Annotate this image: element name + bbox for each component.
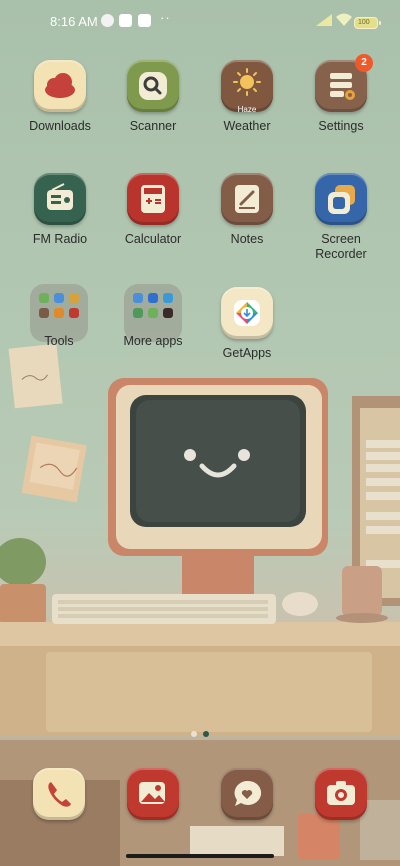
- page-indicator-2-active: [203, 731, 209, 737]
- phone-icon: [48, 782, 71, 807]
- app-notes[interactable]: Notes: [202, 173, 292, 247]
- settings-list-icon: 2: [315, 54, 373, 112]
- folder-more-apps[interactable]: More apps: [108, 284, 198, 349]
- pencil-note-icon: [221, 173, 273, 225]
- cellular-signal-icon: [316, 14, 332, 26]
- app-label: Downloads: [29, 119, 91, 133]
- app-label: Tools: [44, 334, 74, 348]
- messages-app[interactable]: [221, 768, 273, 820]
- clock: 8:16 AM: [50, 14, 98, 29]
- camera-app[interactable]: [315, 768, 367, 820]
- notification-square-icon: [119, 14, 132, 27]
- app-label: FM Radio: [32, 232, 88, 246]
- phone-app[interactable]: [33, 768, 85, 820]
- app-label: Screen Recorder: [315, 232, 367, 261]
- app-getapps[interactable]: GetApps: [202, 287, 292, 361]
- status-bar: 8:16 AM ·· 100: [0, 0, 400, 44]
- app-fm-radio[interactable]: FM Radio: [15, 173, 105, 247]
- gallery-app[interactable]: [127, 768, 179, 820]
- app-calculator[interactable]: Calculator: [108, 173, 198, 247]
- folder-tools[interactable]: Tools: [14, 284, 104, 349]
- sticky-note-drawing: [21, 435, 87, 503]
- app-settings[interactable]: 2 Settings: [296, 54, 386, 134]
- app-label: GetApps: [222, 346, 272, 360]
- radio-icon: [34, 173, 86, 225]
- sticky-note-love: [8, 343, 63, 409]
- gallery-icon: [139, 782, 165, 804]
- home-gesture-bar[interactable]: [126, 854, 274, 858]
- app-label: Scanner: [129, 119, 177, 133]
- app-downloads[interactable]: Downloads: [15, 60, 105, 134]
- app-weather[interactable]: Haze Weather: [202, 60, 292, 134]
- app-label: Weather: [223, 119, 271, 133]
- calculator-icon: [127, 173, 179, 225]
- notification-badge: 2: [355, 54, 373, 72]
- app-scanner[interactable]: Scanner: [108, 60, 198, 134]
- battery-icon: 100: [354, 17, 381, 29]
- weather-condition: Haze: [237, 105, 257, 114]
- sun-icon: Haze: [221, 60, 273, 114]
- camera-icon: [327, 781, 355, 805]
- app-label: Notes: [230, 232, 264, 246]
- wifi-icon: [336, 13, 352, 26]
- getapps-icon: [221, 287, 273, 339]
- message-heart-icon: [234, 780, 262, 806]
- notification-t-icon: [138, 14, 151, 27]
- notification-f-icon: [101, 14, 114, 27]
- app-label: Settings: [318, 119, 364, 133]
- app-label: More apps: [123, 334, 183, 348]
- page-indicator-1: [191, 731, 197, 737]
- cloud-icon: [34, 60, 86, 112]
- app-label: Calculator: [124, 232, 182, 246]
- battery-level: 100: [358, 19, 370, 26]
- screen-recorder-icon: [315, 173, 367, 225]
- more-notifications-icon: ··: [160, 10, 171, 25]
- magnifier-icon: [127, 60, 179, 112]
- app-screen-recorder[interactable]: Screen Recorder: [296, 173, 386, 262]
